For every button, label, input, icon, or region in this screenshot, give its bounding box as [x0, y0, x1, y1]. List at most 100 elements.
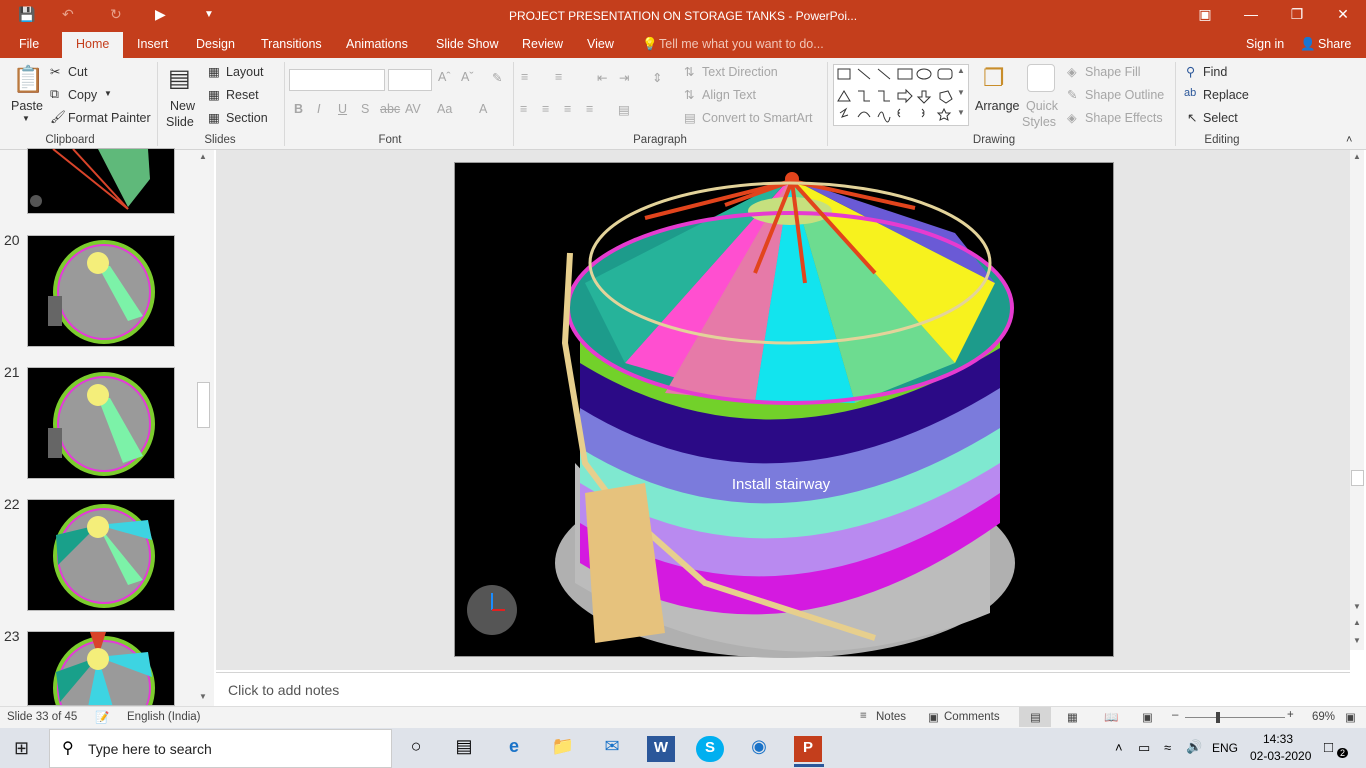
bullets-icon[interactable]: ≡ [521, 70, 528, 84]
zoom-slider[interactable] [1185, 717, 1285, 718]
find-button[interactable]: Find [1203, 65, 1227, 79]
windows-start-icon[interactable]: ⊞ [14, 738, 29, 759]
notification-icon[interactable]: □ [1324, 739, 1333, 756]
powerpoint-icon[interactable]: P [794, 736, 822, 762]
zoom-in-icon[interactable]: + [1287, 709, 1294, 721]
show-hidden-icons[interactable]: ˄ [1115, 740, 1123, 755]
replace-button[interactable]: Replace [1203, 88, 1249, 102]
gallery-up-icon[interactable]: ▲ [957, 66, 965, 75]
decrease-indent-icon[interactable]: ⇤ [597, 70, 607, 85]
chevron-down-icon[interactable]: ▼ [22, 114, 30, 123]
restore-icon[interactable]: ❐ [1282, 6, 1312, 23]
bold-icon[interactable]: B [294, 102, 303, 116]
convert-smartart-button[interactable]: Convert to SmartArt [702, 111, 812, 125]
quick-styles-button[interactable]: Quick [1026, 99, 1058, 113]
change-case-icon[interactable]: Aa [437, 102, 452, 116]
gallery-more-icon[interactable]: ▼ [957, 108, 965, 117]
tab-animations[interactable]: Animations [346, 37, 408, 51]
tab-review[interactable]: Review [522, 37, 563, 51]
tab-insert[interactable]: Insert [137, 37, 168, 51]
scrollbar-thumb[interactable] [197, 382, 210, 428]
tab-view[interactable]: View [587, 37, 614, 51]
align-right-icon[interactable]: ≡ [564, 102, 571, 116]
slide-thumbnail[interactable] [27, 235, 175, 347]
paste-button[interactable]: Paste [11, 99, 43, 113]
align-left-icon[interactable]: ≡ [520, 102, 527, 116]
zoom-level[interactable]: 69% [1312, 711, 1335, 723]
shape-fill-button[interactable]: Shape Fill [1085, 65, 1141, 79]
italic-icon[interactable]: I [317, 102, 320, 116]
copy-button[interactable]: Copy [68, 88, 97, 102]
font-size-select[interactable] [388, 69, 432, 91]
reading-view-icon[interactable]: 📖 [1104, 710, 1118, 724]
previous-slide-icon[interactable]: ▲ [1353, 618, 1361, 627]
comments-button[interactable]: Comments [944, 711, 1000, 723]
cortana-icon[interactable]: ○ [402, 736, 430, 762]
edge-icon[interactable]: e [500, 736, 528, 762]
network-icon[interactable]: ≈ [1164, 740, 1171, 755]
arrange-button[interactable]: Arrange [975, 99, 1019, 113]
slide-scrollbar[interactable]: ▲ ▼ ▲ ▼ [1350, 150, 1364, 650]
font-family-select[interactable] [289, 69, 385, 91]
collapse-ribbon-icon[interactable]: ˄ [1346, 134, 1352, 146]
battery-icon[interactable]: ▭ [1138, 740, 1150, 756]
task-view-icon[interactable]: ▤ [450, 736, 478, 762]
slideshow-view-icon[interactable]: ▣ [1142, 710, 1153, 724]
skype-icon[interactable]: S [696, 736, 724, 762]
slide-thumbnail[interactable] [27, 499, 175, 611]
file-explorer-icon[interactable]: 📁 [549, 736, 577, 762]
notes-placeholder[interactable]: Click to add notes [228, 682, 339, 698]
scroll-up-icon[interactable]: ▲ [199, 152, 207, 161]
next-slide-icon[interactable]: ▼ [1353, 636, 1361, 645]
ribbon-display-icon[interactable]: ▣ [1190, 6, 1220, 23]
close-icon[interactable]: ✕ [1328, 6, 1358, 23]
sign-in-link[interactable]: Sign in [1246, 37, 1284, 51]
scrollbar-thumb[interactable] [1351, 470, 1364, 486]
layout-button[interactable]: Layout [226, 65, 264, 79]
cut-button[interactable]: Cut [68, 65, 87, 79]
increase-font-icon[interactable]: Aˆ [438, 70, 451, 84]
new-slide-icon[interactable]: ▤ [168, 64, 191, 93]
line-spacing-icon[interactable]: ⇕ [652, 70, 662, 85]
taskbar-search-box[interactable]: ⚲ Type here to search [49, 729, 392, 768]
word-icon[interactable]: W [647, 736, 675, 762]
clear-formatting-icon[interactable]: ✎ [492, 70, 502, 85]
chrome-icon[interactable]: ◉ [745, 736, 773, 762]
language-indicator[interactable]: English (India) [127, 711, 201, 723]
tell-me-search[interactable]: Tell me what you want to do... [659, 37, 824, 51]
new-slide-button[interactable]: New [170, 99, 195, 113]
new-slide-button-line2[interactable]: Slide [166, 115, 194, 129]
zoom-slider-thumb[interactable] [1216, 712, 1220, 723]
align-text-button[interactable]: Align Text [702, 88, 756, 102]
shape-outline-button[interactable]: Shape Outline [1085, 88, 1164, 102]
underline-icon[interactable]: U [338, 102, 347, 116]
share-button[interactable]: Share [1318, 37, 1351, 51]
zoom-out-icon[interactable]: – [1172, 709, 1178, 721]
reset-button[interactable]: Reset [226, 88, 259, 102]
justify-icon[interactable]: ≡ [586, 102, 593, 116]
gallery-down-icon[interactable]: ▼ [957, 88, 965, 97]
paste-icon[interactable]: 📋 [12, 64, 44, 95]
shapes-gallery[interactable] [833, 64, 969, 126]
chevron-down-icon[interactable]: ▼ [104, 89, 112, 98]
minimize-icon[interactable]: — [1236, 6, 1266, 22]
decrease-font-icon[interactable]: Aˇ [461, 70, 474, 84]
quick-styles-icon[interactable] [1027, 64, 1055, 92]
format-painter-button[interactable]: Format Painter [68, 111, 151, 125]
volume-icon[interactable]: 🔊 [1186, 739, 1202, 755]
increase-indent-icon[interactable]: ⇥ [619, 70, 629, 85]
select-button[interactable]: Select [1203, 111, 1238, 125]
slide-sorter-icon[interactable]: ▦ [1067, 710, 1078, 724]
quick-styles-button-line2[interactable]: Styles [1022, 115, 1056, 129]
fit-slide-icon[interactable]: ▣ [1345, 710, 1356, 724]
current-slide[interactable]: Install stairway [454, 162, 1114, 658]
text-direction-button[interactable]: Text Direction [702, 65, 778, 79]
font-color-icon[interactable]: A [479, 102, 487, 116]
notes-pane[interactable]: Click to add notes [216, 672, 1350, 706]
shape-effects-button[interactable]: Shape Effects [1085, 111, 1163, 125]
notes-button[interactable]: Notes [876, 711, 906, 723]
mail-icon[interactable]: ✉ [598, 736, 626, 762]
numbering-icon[interactable]: ≡ [555, 70, 562, 84]
scroll-down-icon[interactable]: ▼ [1353, 602, 1361, 611]
tab-home[interactable]: Home [62, 32, 124, 58]
